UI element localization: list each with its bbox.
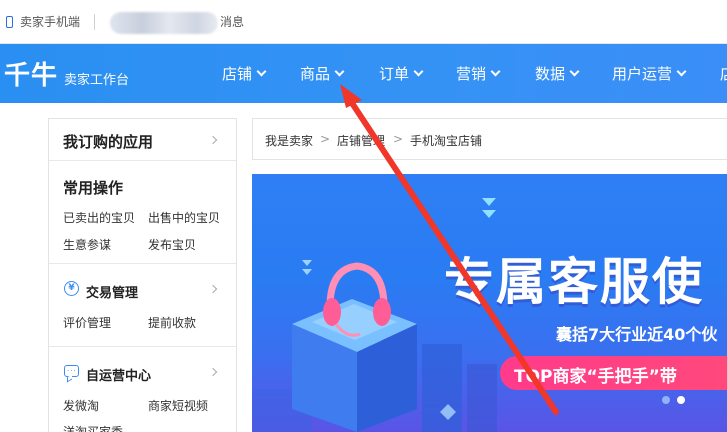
banner-pill-text: TOP商家“手把手”带 — [514, 367, 677, 387]
chevron-down-icon — [413, 66, 424, 77]
nav-item-marketing[interactable]: 营销 — [456, 63, 501, 84]
main-nav: 千牛 卖家工作台 店铺 商品 订单 营销 数据 用户运营 店 — [0, 44, 727, 103]
nav-item-user-ops[interactable]: 用户运营 — [612, 63, 687, 84]
chevron-down-icon — [334, 66, 345, 77]
nav-item-label: 数据 — [535, 65, 566, 83]
top-bar: 卖家手机端 消息 — [0, 0, 727, 44]
self-operation-center-section: ··· 自运营中心 发微淘 商家短视频 洋淘买家秀 — [49, 347, 236, 432]
publish-item-link[interactable]: 发布宝贝 — [148, 236, 196, 253]
nav-item-goods[interactable]: 商品 — [300, 63, 345, 84]
messages-link[interactable]: 消息 — [220, 15, 244, 29]
early-payment-link[interactable]: 提前收款 — [148, 314, 196, 331]
nav-item-label: 店 — [720, 63, 727, 84]
promo-banner[interactable]: 专属客服使 囊括7大行业近40个伙 TOP商家“手把手”带 — [252, 174, 727, 432]
chevron-right-icon[interactable] — [208, 284, 218, 294]
section-title[interactable]: 交易管理 — [86, 282, 138, 301]
common-operations-section: 常用操作 已卖出的宝贝 出售中的宝贝 生意参谋 发布宝贝 — [49, 161, 236, 264]
nav-item-orders[interactable]: 订单 — [379, 63, 424, 84]
seller-mobile-link[interactable]: 卖家手机端 — [20, 15, 80, 29]
nav-item-shop[interactable]: 店铺 — [222, 63, 267, 84]
chevron-down-icon — [490, 66, 501, 77]
nav-item-label: 商品 — [300, 65, 331, 83]
breadcrumb-shop-management[interactable]: 店铺管理 — [337, 132, 385, 149]
section-title: 常用操作 — [63, 179, 124, 197]
yen-circle-icon: ¥ — [64, 281, 79, 296]
review-management-link[interactable]: 评价管理 — [63, 314, 111, 331]
qianniu-logo[interactable]: 千牛 — [4, 55, 58, 92]
breadcrumb-separator: > — [320, 132, 331, 146]
subscribed-apps-title: 我订购的应用 — [63, 133, 154, 151]
chat-bubble-icon: ··· — [64, 365, 79, 377]
chevron-down-icon — [676, 66, 687, 77]
blurred-username — [110, 12, 218, 34]
nav-item-overflow[interactable]: 店 — [720, 63, 727, 84]
mobile-phone-icon — [6, 16, 13, 28]
breadcrumb-mobile-shop: 手机淘宝店铺 — [410, 134, 483, 148]
section-title[interactable]: 自运营中心 — [86, 365, 151, 384]
short-video-link[interactable]: 商家短视频 — [148, 397, 208, 414]
banner-subline: 囊括7大行业近40个伙 — [556, 325, 718, 344]
nav-item-label: 营销 — [456, 65, 487, 83]
buyer-show-link[interactable]: 洋淘买家秀 — [63, 423, 123, 432]
sold-items-link[interactable]: 已卖出的宝贝 — [63, 209, 135, 226]
nav-item-data[interactable]: 数据 — [535, 63, 580, 84]
nav-item-label: 店铺 — [222, 65, 253, 83]
carousel-dot-active[interactable] — [677, 396, 685, 404]
chevron-right-icon — [208, 135, 218, 145]
carousel-dot[interactable] — [662, 396, 670, 404]
workbench-title: 卖家工作台 — [64, 73, 130, 88]
items-on-sale-link[interactable]: 出售中的宝贝 — [148, 209, 220, 226]
business-advisor-link[interactable]: 生意参谋 — [63, 236, 111, 253]
breadcrumb: 我是卖家 > 店铺管理 > 手机淘宝店铺 — [252, 118, 727, 160]
trade-management-section: ¥ 交易管理 评价管理 提前收款 — [49, 264, 236, 347]
post-weitao-link[interactable]: 发微淘 — [63, 397, 99, 414]
nav-item-label: 订单 — [379, 65, 410, 83]
chevron-right-icon[interactable] — [208, 367, 218, 377]
sidebar: 我订购的应用 常用操作 已卖出的宝贝 出售中的宝贝 生意参谋 发布宝贝 ¥ 交易… — [48, 118, 237, 432]
subscribed-apps-header[interactable]: 我订购的应用 — [49, 119, 236, 161]
breadcrumb-seller[interactable]: 我是卖家 — [265, 132, 313, 149]
chevron-down-icon — [569, 66, 580, 77]
divider — [94, 14, 95, 30]
nav-item-label: 用户运营 — [612, 65, 673, 83]
breadcrumb-separator: > — [393, 132, 404, 146]
banner-headline: 专属客服使 — [444, 253, 704, 311]
chevron-down-icon — [256, 66, 267, 77]
